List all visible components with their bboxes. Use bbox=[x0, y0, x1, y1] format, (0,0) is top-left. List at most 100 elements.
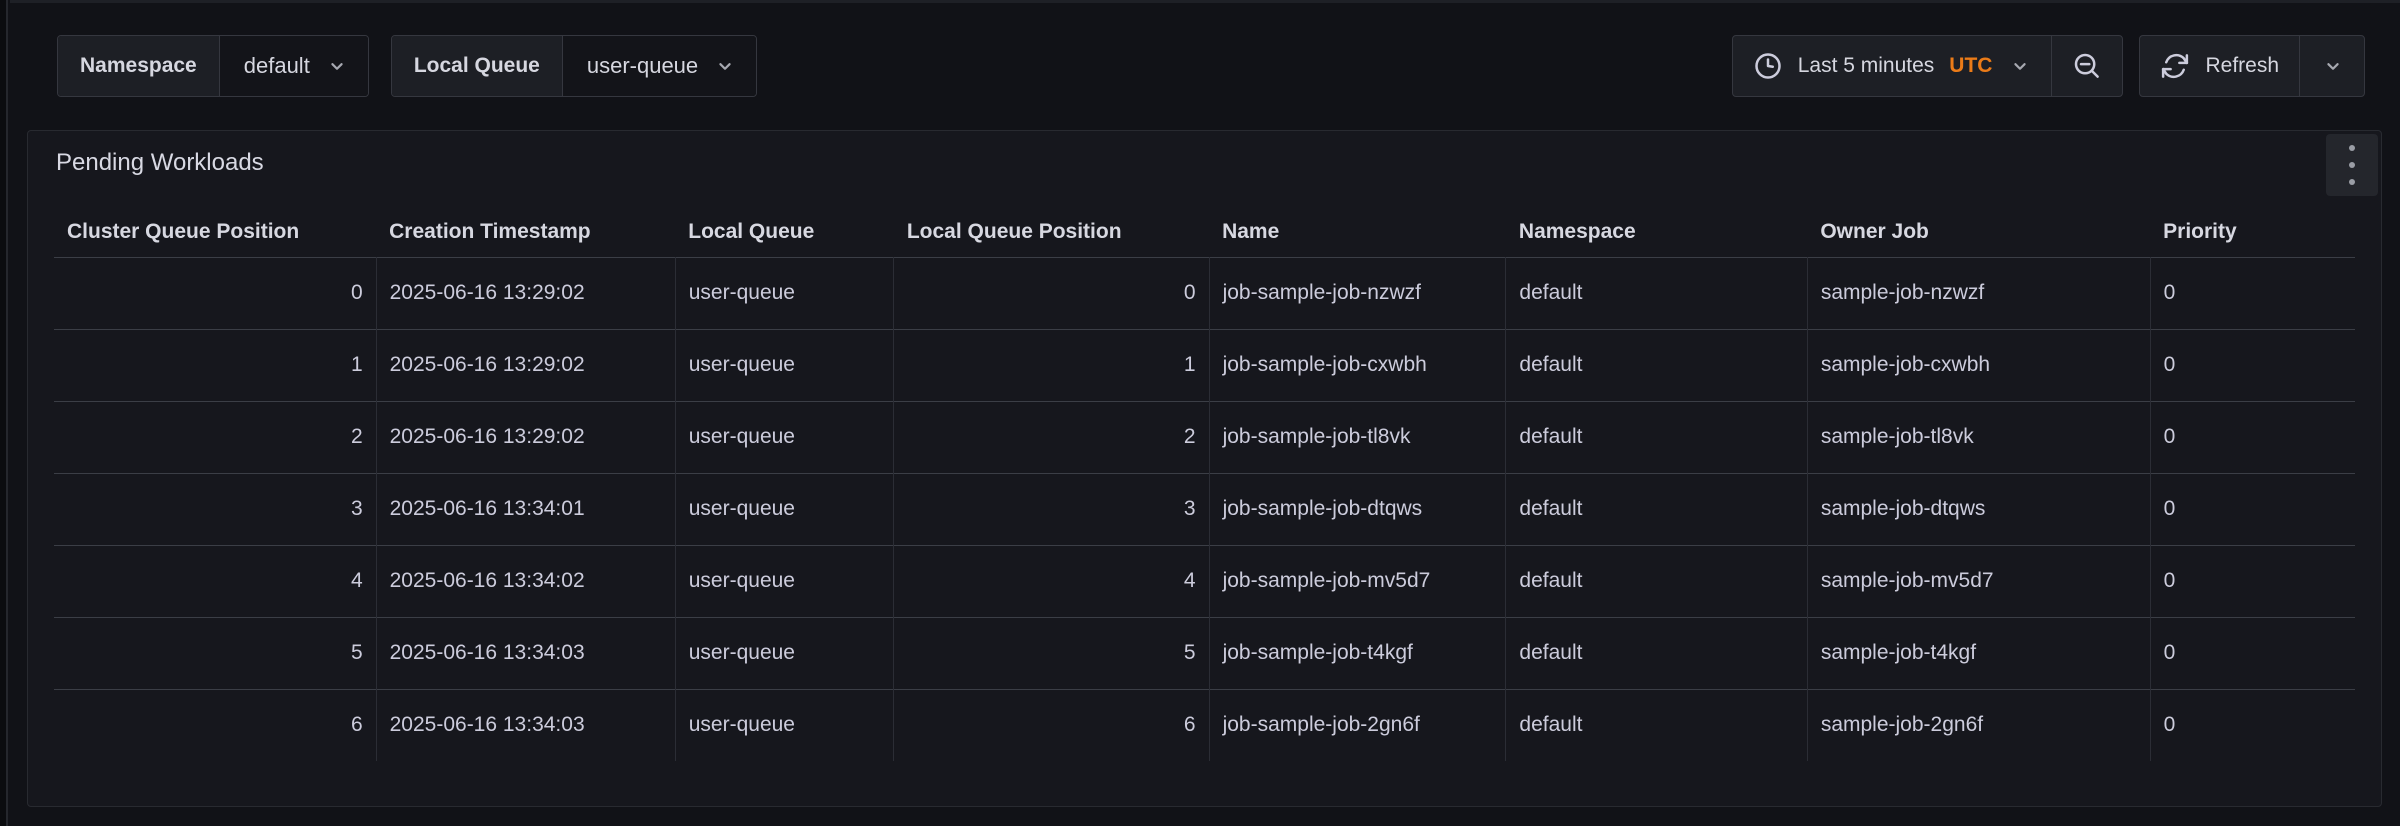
local-queue-selected-value: user-queue bbox=[587, 53, 698, 79]
table-cell: 1 bbox=[54, 329, 376, 401]
table-row: 2 2025-06-16 13:29:02 user-queue 2 job-s… bbox=[54, 401, 2355, 473]
table-cell: job-sample-job-nzwzf bbox=[1209, 257, 1506, 329]
table-cell: user-queue bbox=[675, 473, 894, 545]
refresh-interval-dropdown[interactable] bbox=[2299, 36, 2364, 96]
table-cell: default bbox=[1506, 329, 1807, 401]
table-cell: sample-job-t4kgf bbox=[1807, 617, 2150, 689]
table-cell: 0 bbox=[2150, 617, 2355, 689]
column-header-owner-job[interactable]: Owner Job bbox=[1807, 207, 2150, 257]
magnifier-minus-icon bbox=[2072, 51, 2102, 81]
refresh-label: Refresh bbox=[2205, 54, 2279, 78]
column-header-namespace[interactable]: Namespace bbox=[1506, 207, 1807, 257]
table-cell: job-sample-job-cxwbh bbox=[1209, 329, 1506, 401]
table-body: 0 2025-06-16 13:29:02 user-queue 0 job-s… bbox=[54, 257, 2355, 761]
table-cell: 2 bbox=[54, 401, 376, 473]
table-cell: 2025-06-16 13:34:03 bbox=[376, 617, 675, 689]
clock-icon bbox=[1753, 51, 1783, 81]
column-header-priority[interactable]: Priority bbox=[2150, 207, 2355, 257]
column-header-local-queue[interactable]: Local Queue bbox=[675, 207, 894, 257]
table-cell: user-queue bbox=[675, 329, 894, 401]
variable-local-queue: Local Queue user-queue bbox=[391, 35, 757, 97]
time-controls: Last 5 minutes UTC Refresh bbox=[1732, 35, 2365, 97]
table-cell: user-queue bbox=[675, 689, 894, 761]
table-row: 4 2025-06-16 13:34:02 user-queue 4 job-s… bbox=[54, 545, 2355, 617]
variable-namespace: Namespace default bbox=[57, 35, 369, 97]
dashboard-toolbar: Namespace default Local Queue user-queue… bbox=[57, 35, 2365, 97]
table-cell: user-queue bbox=[675, 545, 894, 617]
table-header-row: Cluster Queue Position Creation Timestam… bbox=[54, 207, 2355, 257]
table-cell: 2 bbox=[894, 401, 1209, 473]
zoom-out-time-button[interactable] bbox=[2051, 36, 2122, 96]
table-cell: 0 bbox=[2150, 257, 2355, 329]
table-cell: 2025-06-16 13:29:02 bbox=[376, 401, 675, 473]
table-cell: 2025-06-16 13:34:03 bbox=[376, 689, 675, 761]
table-cell: sample-job-nzwzf bbox=[1807, 257, 2150, 329]
table-cell: job-sample-job-t4kgf bbox=[1209, 617, 1506, 689]
table-cell: 0 bbox=[2150, 473, 2355, 545]
table-cell: default bbox=[1506, 401, 1807, 473]
table-cell: default bbox=[1506, 473, 1807, 545]
namespace-select[interactable]: default bbox=[220, 36, 368, 96]
left-edge-rail bbox=[0, 0, 8, 826]
time-range-label: Last 5 minutes bbox=[1798, 54, 1935, 78]
refresh-button[interactable]: Refresh bbox=[2140, 36, 2299, 96]
table-cell: job-sample-job-dtqws bbox=[1209, 473, 1506, 545]
table-cell: 6 bbox=[54, 689, 376, 761]
table-cell: job-sample-job-tl8vk bbox=[1209, 401, 1506, 473]
chevron-down-icon bbox=[714, 55, 736, 77]
column-header-creation-timestamp[interactable]: Creation Timestamp bbox=[376, 207, 675, 257]
column-header-name[interactable]: Name bbox=[1209, 207, 1506, 257]
time-picker-group: Last 5 minutes UTC bbox=[1732, 35, 2124, 97]
table-cell: 0 bbox=[2150, 689, 2355, 761]
table-cell: 4 bbox=[54, 545, 376, 617]
table-cell: job-sample-job-mv5d7 bbox=[1209, 545, 1506, 617]
time-range-picker-button[interactable]: Last 5 minutes UTC bbox=[1733, 36, 2052, 96]
table-cell: user-queue bbox=[675, 617, 894, 689]
panel-title: Pending Workloads bbox=[56, 149, 264, 177]
namespace-selected-value: default bbox=[244, 53, 310, 79]
table-cell: 5 bbox=[54, 617, 376, 689]
table-cell: sample-job-cxwbh bbox=[1807, 329, 2150, 401]
table-row: 3 2025-06-16 13:34:01 user-queue 3 job-s… bbox=[54, 473, 2355, 545]
table-cell: 4 bbox=[894, 545, 1209, 617]
table-cell: 0 bbox=[54, 257, 376, 329]
panel-header: Pending Workloads bbox=[28, 131, 2381, 195]
table-cell: default bbox=[1506, 689, 1807, 761]
kebab-menu-icon bbox=[2349, 145, 2355, 151]
refresh-group: Refresh bbox=[2139, 35, 2365, 97]
table-cell: 0 bbox=[2150, 329, 2355, 401]
variable-namespace-label: Namespace bbox=[58, 36, 220, 96]
table-row: 6 2025-06-16 13:34:03 user-queue 6 job-s… bbox=[54, 689, 2355, 761]
variable-controls: Namespace default Local Queue user-queue bbox=[57, 35, 757, 97]
table-cell: default bbox=[1506, 257, 1807, 329]
table-row: 1 2025-06-16 13:29:02 user-queue 1 job-s… bbox=[54, 329, 2355, 401]
table-cell: sample-job-mv5d7 bbox=[1807, 545, 2150, 617]
chevron-down-icon bbox=[326, 55, 348, 77]
table-cell: sample-job-dtqws bbox=[1807, 473, 2150, 545]
top-divider bbox=[10, 0, 2400, 3]
table-cell: default bbox=[1506, 617, 1807, 689]
chevron-down-icon bbox=[2009, 55, 2031, 77]
table-cell: 2025-06-16 13:29:02 bbox=[376, 257, 675, 329]
variable-local-queue-label: Local Queue bbox=[392, 36, 563, 96]
panel-menu-button[interactable] bbox=[2326, 134, 2378, 196]
column-header-local-queue-position[interactable]: Local Queue Position bbox=[894, 207, 1209, 257]
table-cell: sample-job-2gn6f bbox=[1807, 689, 2150, 761]
table-cell: 0 bbox=[894, 257, 1209, 329]
column-header-cluster-queue-position[interactable]: Cluster Queue Position bbox=[54, 207, 376, 257]
timezone-badge: UTC bbox=[1949, 54, 1992, 78]
local-queue-select[interactable]: user-queue bbox=[563, 36, 756, 96]
table-cell: sample-job-tl8vk bbox=[1807, 401, 2150, 473]
table-row: 5 2025-06-16 13:34:03 user-queue 5 job-s… bbox=[54, 617, 2355, 689]
table-cell: 1 bbox=[894, 329, 1209, 401]
table-cell: 0 bbox=[2150, 401, 2355, 473]
panel-pending-workloads: Pending Workloads Cluster Queue Position… bbox=[27, 130, 2382, 807]
table-cell: 5 bbox=[894, 617, 1209, 689]
refresh-icon bbox=[2160, 51, 2190, 81]
table-cell: 3 bbox=[894, 473, 1209, 545]
table-cell: 2025-06-16 13:34:02 bbox=[376, 545, 675, 617]
table-cell: 2025-06-16 13:29:02 bbox=[376, 329, 675, 401]
table-cell: user-queue bbox=[675, 401, 894, 473]
table-row: 0 2025-06-16 13:29:02 user-queue 0 job-s… bbox=[54, 257, 2355, 329]
table-cell: job-sample-job-2gn6f bbox=[1209, 689, 1506, 761]
